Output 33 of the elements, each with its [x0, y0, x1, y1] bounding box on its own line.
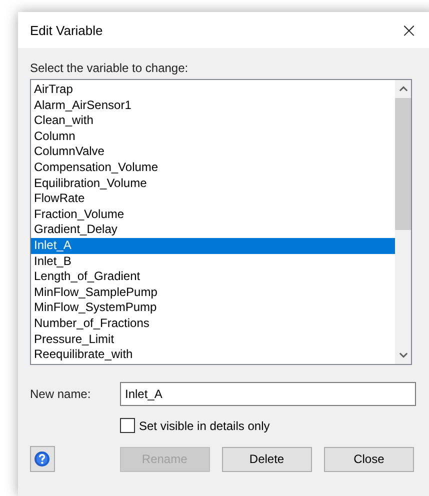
list-item[interactable]: Pressure_Limit [31, 332, 395, 348]
scroll-up-icon[interactable] [398, 86, 408, 92]
list-label: Select the variable to change: [30, 61, 190, 75]
list-item[interactable]: Column [31, 128, 395, 144]
scrollbar-thumb[interactable] [395, 98, 411, 230]
list-item[interactable]: ColumnValve [31, 144, 395, 160]
list-item[interactable]: Alarm_AirSensor1 [31, 98, 395, 114]
list-item[interactable]: FlowRate [31, 191, 395, 207]
dialog-button[interactable]: Close [324, 446, 414, 472]
dialog-button[interactable]: Delete [222, 446, 312, 472]
list-item[interactable]: Inlet_A [31, 238, 395, 254]
list-item[interactable]: MinFlow_SystemPump [31, 300, 395, 316]
help-button[interactable] [30, 446, 55, 472]
list-item[interactable]: Reequilibrate_with [31, 347, 395, 363]
checkbox[interactable] [120, 418, 135, 433]
list-item[interactable]: Equilibration_Volume [31, 176, 395, 192]
close-button[interactable]: × [394, 18, 424, 42]
list-item[interactable]: AirTrap [31, 82, 395, 98]
new-name-label: New name: [30, 387, 92, 401]
window-title: Edit Variable [30, 22, 103, 38]
help-icon [34, 451, 50, 467]
list-item[interactable]: Compensation_Volume [31, 160, 395, 176]
list-item[interactable]: Gradient_Delay [31, 222, 395, 238]
list-item[interactable]: Inlet_B [31, 254, 395, 270]
list-item[interactable]: Fraction_Volume [31, 206, 395, 222]
list-item[interactable]: Number_of_Fractions [31, 316, 395, 332]
list-item[interactable]: Length_of_Gradient [31, 269, 395, 285]
variable-list[interactable] [30, 79, 412, 365]
list-item[interactable]: MinFlow_SamplePump [31, 284, 395, 300]
scroll-down-icon[interactable] [398, 352, 408, 358]
list-item[interactable]: Clean_with [31, 113, 395, 129]
checkbox-label: Set visible in details only [139, 418, 270, 432]
new-name-field[interactable]: Inlet_A [120, 382, 416, 406]
